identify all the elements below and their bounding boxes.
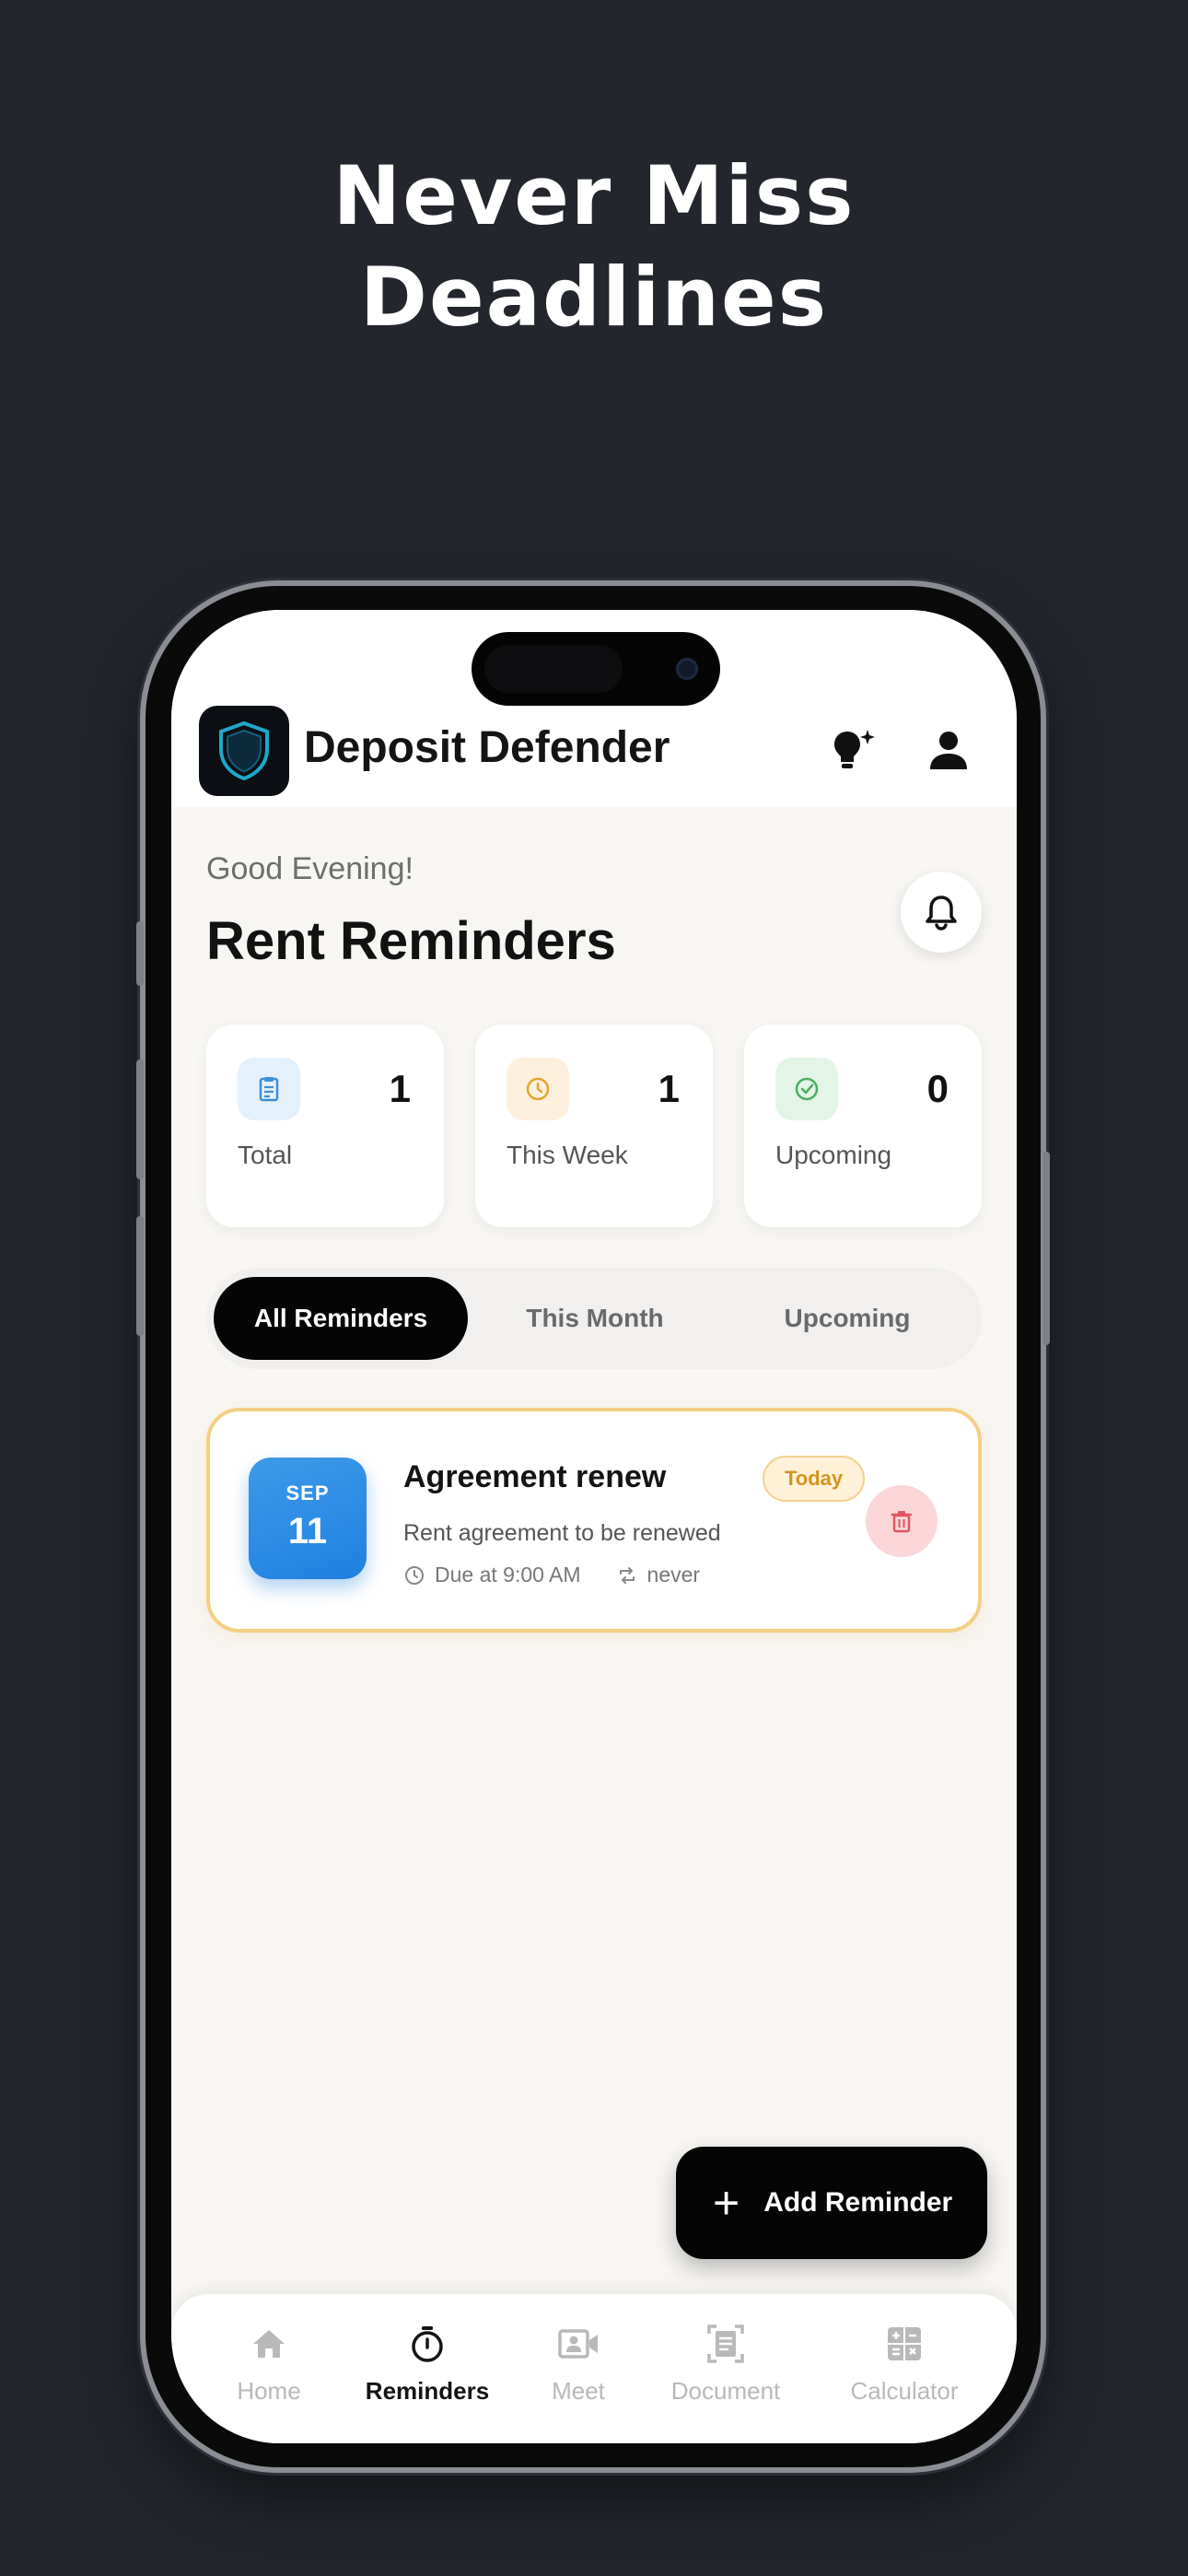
tab-this-month[interactable]: This Month bbox=[468, 1277, 722, 1360]
reminder-card[interactable]: SEP 11 Agreement renew Today Rent agreem… bbox=[206, 1408, 982, 1633]
check-circle-icon bbox=[795, 1077, 819, 1101]
nav-label: Home bbox=[237, 2377, 301, 2405]
date-month: SEP bbox=[285, 1481, 330, 1505]
stat-card-upcoming[interactable]: 0 Upcoming bbox=[744, 1025, 982, 1227]
side-button-right bbox=[1042, 1152, 1050, 1345]
tips-button[interactable] bbox=[823, 720, 882, 779]
filter-tabs: All Reminders This Month Upcoming bbox=[206, 1268, 982, 1369]
hero-headline: Never Miss Deadlines bbox=[0, 146, 1188, 348]
nav-calculator[interactable]: Calculator bbox=[821, 2316, 987, 2427]
stat-icon-bg bbox=[238, 1058, 300, 1120]
app-title: Deposit Defender bbox=[304, 723, 670, 772]
tab-all-reminders[interactable]: All Reminders bbox=[214, 1277, 468, 1360]
stat-card-this-week[interactable]: 1 This Week bbox=[475, 1025, 713, 1227]
side-button-left-3 bbox=[136, 1216, 144, 1336]
clipboard-icon bbox=[259, 1077, 279, 1102]
timer-icon bbox=[412, 2326, 443, 2362]
page-title: Rent Reminders bbox=[206, 911, 616, 971]
app-header: Deposit Defender bbox=[171, 610, 1017, 807]
nav-reminders[interactable]: Reminders bbox=[344, 2316, 510, 2427]
phone-screen: Deposit Defender Good Evening! Rent Remi… bbox=[171, 610, 1017, 2443]
reminder-meta: Due at 9:00 AM never bbox=[403, 1563, 700, 1587]
profile-button[interactable] bbox=[919, 720, 978, 779]
hero-line-2: Deadlines bbox=[359, 250, 829, 345]
reminder-title: Agreement renew bbox=[403, 1459, 667, 1494]
lightbulb-icon bbox=[834, 730, 875, 768]
nav-document[interactable]: Document bbox=[643, 2316, 809, 2427]
bottom-nav: Home Reminders Meet Document Calculator bbox=[171, 2294, 1017, 2443]
stat-value: 0 bbox=[926, 1067, 949, 1110]
repeat-icon bbox=[616, 1564, 638, 1587]
side-button-left-1 bbox=[136, 921, 144, 986]
stat-label: This Week bbox=[507, 1141, 628, 1169]
delete-button[interactable] bbox=[866, 1485, 938, 1557]
reminder-due: Due at 9:00 AM bbox=[435, 1563, 581, 1587]
front-camera bbox=[676, 658, 698, 680]
nav-label: Meet bbox=[552, 2377, 605, 2405]
nav-label: Calculator bbox=[850, 2377, 959, 2405]
app-logo bbox=[199, 706, 289, 796]
island-sensor bbox=[484, 645, 623, 693]
clock-icon bbox=[526, 1077, 550, 1101]
nav-label: Reminders bbox=[365, 2377, 490, 2405]
nav-meet[interactable]: Meet bbox=[495, 2316, 661, 2427]
stat-card-total[interactable]: 1 Total bbox=[206, 1025, 444, 1227]
hero-line-1: Never Miss bbox=[332, 148, 856, 243]
person-icon bbox=[930, 732, 967, 769]
shield-icon bbox=[219, 720, 269, 781]
nav-home[interactable]: Home bbox=[186, 2316, 352, 2427]
stat-icon-bg bbox=[775, 1058, 838, 1120]
stat-label: Upcoming bbox=[775, 1141, 892, 1169]
home-icon bbox=[253, 2330, 285, 2358]
clock-icon bbox=[403, 1564, 425, 1587]
bell-icon bbox=[926, 896, 957, 931]
document-icon bbox=[707, 2324, 744, 2363]
reminder-description: Rent agreement to be renewed bbox=[403, 1520, 721, 1546]
video-icon bbox=[558, 2329, 598, 2359]
nav-label: Document bbox=[670, 2377, 781, 2405]
calculator-icon bbox=[888, 2327, 921, 2360]
greeting-text: Good Evening! bbox=[206, 851, 413, 886]
add-reminder-button[interactable]: + Add Reminder bbox=[676, 2147, 987, 2259]
stat-icon-bg bbox=[507, 1058, 569, 1120]
tab-upcoming[interactable]: Upcoming bbox=[720, 1277, 974, 1360]
stat-label: Total bbox=[238, 1141, 293, 1169]
date-badge: SEP 11 bbox=[249, 1458, 367, 1579]
today-badge: Today bbox=[763, 1456, 866, 1502]
date-day: 11 bbox=[287, 1511, 328, 1551]
notifications-button[interactable] bbox=[901, 872, 982, 953]
stat-value: 1 bbox=[658, 1067, 680, 1110]
reminder-repeat: never bbox=[646, 1563, 701, 1587]
side-button-left-2 bbox=[136, 1060, 144, 1179]
dynamic-island bbox=[472, 632, 720, 706]
add-reminder-label: Add Reminder bbox=[763, 2187, 953, 2218]
trash-icon bbox=[891, 1511, 913, 1533]
plus-icon: + bbox=[713, 2177, 740, 2229]
stat-value: 1 bbox=[389, 1067, 411, 1110]
